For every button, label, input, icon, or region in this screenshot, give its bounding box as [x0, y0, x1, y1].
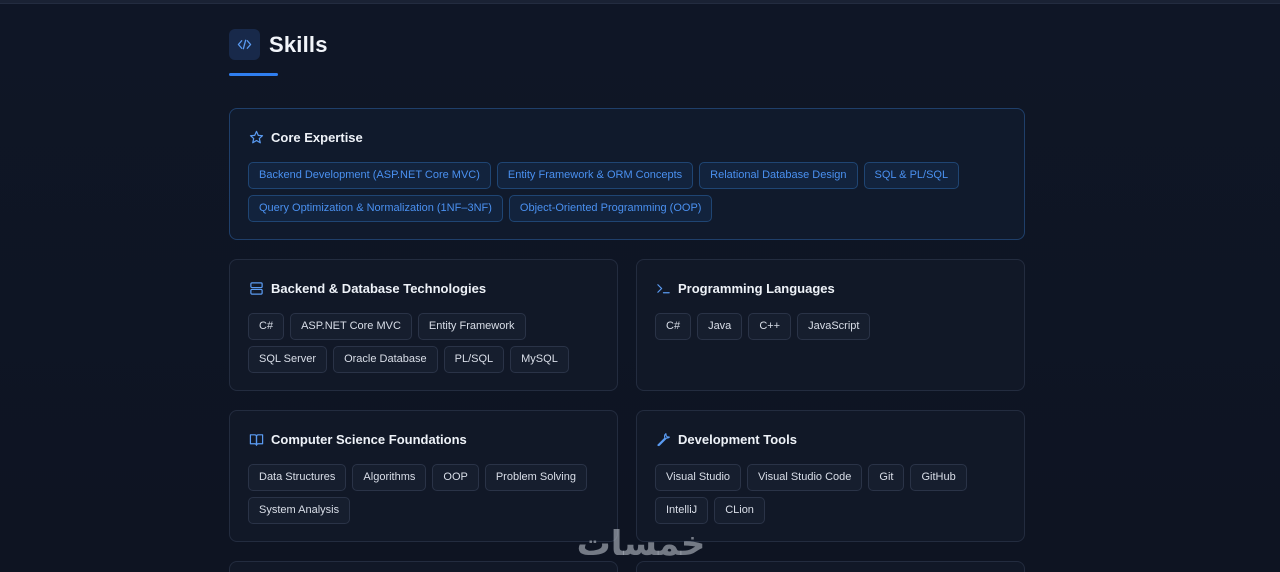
- next-card-left: [229, 561, 618, 572]
- tag-list: C# ASP.NET Core MVC Entity Framework SQL…: [248, 313, 599, 373]
- skill-tag: GitHub: [910, 464, 967, 491]
- section-title: Skills: [269, 31, 328, 57]
- skill-tag: Java: [697, 313, 743, 340]
- skill-tag: Algorithms: [352, 464, 427, 491]
- skill-tag: C#: [655, 313, 692, 340]
- skill-tag: Query Optimization & Normalization (1NF–…: [248, 195, 503, 222]
- cs-foundations-header: Computer Science Foundations: [248, 431, 467, 447]
- skill-tag: Visual Studio Code: [747, 464, 863, 491]
- skill-tag: Git: [868, 464, 905, 491]
- cs-foundations-card: Computer Science Foundations Data Struct…: [229, 410, 618, 542]
- database-icon: [248, 280, 264, 296]
- development-tools-card: Development Tools Visual Studio Visual S…: [636, 410, 1025, 542]
- watermark-logo: خمسات: [576, 524, 706, 564]
- skill-tag: Object-Oriented Programming (OOP): [508, 195, 713, 222]
- tag-list: Visual Studio Visual Studio Code Git Git…: [655, 464, 1006, 524]
- skill-tag: IntelliJ: [655, 497, 709, 524]
- tag-list: C# Java C++ JavaScript: [655, 313, 1006, 340]
- card-title: Programming Languages: [678, 280, 835, 296]
- core-expertise-card: Core Expertise Backend Development (ASP.…: [229, 108, 1025, 240]
- skill-tag: OOP: [432, 464, 479, 491]
- terminal-icon: [655, 280, 671, 296]
- skill-tag: MySQL: [510, 346, 569, 373]
- skill-tag: JavaScript: [797, 313, 871, 340]
- skill-tag: C#: [248, 313, 285, 340]
- skill-tag: Relational Database Design: [699, 162, 858, 189]
- wrench-icon: [655, 431, 671, 447]
- skill-tag: Data Structures: [248, 464, 347, 491]
- backend-database-header: Backend & Database Technologies: [248, 280, 486, 296]
- tag-list: Data Structures Algorithms OOP Problem S…: [248, 464, 599, 524]
- star-icon: [248, 129, 264, 145]
- skill-tag: PL/SQL: [443, 346, 505, 373]
- title-underline: [229, 73, 278, 76]
- skill-tag: System Analysis: [248, 497, 351, 524]
- card-title: Development Tools: [678, 431, 797, 447]
- programming-languages-card: Programming Languages C# Java C++ JavaSc…: [636, 259, 1025, 391]
- card-title: Computer Science Foundations: [271, 431, 467, 447]
- card-title: Backend & Database Technologies: [271, 280, 487, 296]
- skill-tag: Oracle Database: [333, 346, 438, 373]
- book-icon: [248, 431, 264, 447]
- skill-tag: SQL Server: [248, 346, 328, 373]
- code-icon: [229, 29, 260, 60]
- development-tools-header: Development Tools: [655, 431, 797, 447]
- page: Skills Core Expertise Backend Developmen…: [0, 0, 1280, 572]
- skill-tag: C++: [748, 313, 792, 340]
- skill-tag: Entity Framework: [417, 313, 526, 340]
- skill-tag: ASP.NET Core MVC: [290, 313, 412, 340]
- skill-tag: Entity Framework & ORM Concepts: [496, 162, 694, 189]
- skill-tag: Visual Studio: [655, 464, 742, 491]
- section-header: Skills: [229, 29, 328, 60]
- skill-tag: SQL & PL/SQL: [863, 162, 960, 189]
- top-divider: [0, 0, 1280, 4]
- skill-tag: Backend Development (ASP.NET Core MVC): [248, 162, 491, 189]
- skill-tag: CLion: [714, 497, 765, 524]
- card-title: Core Expertise: [271, 129, 363, 145]
- core-expertise-header: Core Expertise: [248, 129, 363, 145]
- programming-languages-header: Programming Languages: [655, 280, 835, 296]
- skill-tag: Problem Solving: [484, 464, 587, 491]
- backend-database-card: Backend & Database Technologies C# ASP.N…: [229, 259, 618, 391]
- tag-list: Backend Development (ASP.NET Core MVC) E…: [248, 162, 1006, 222]
